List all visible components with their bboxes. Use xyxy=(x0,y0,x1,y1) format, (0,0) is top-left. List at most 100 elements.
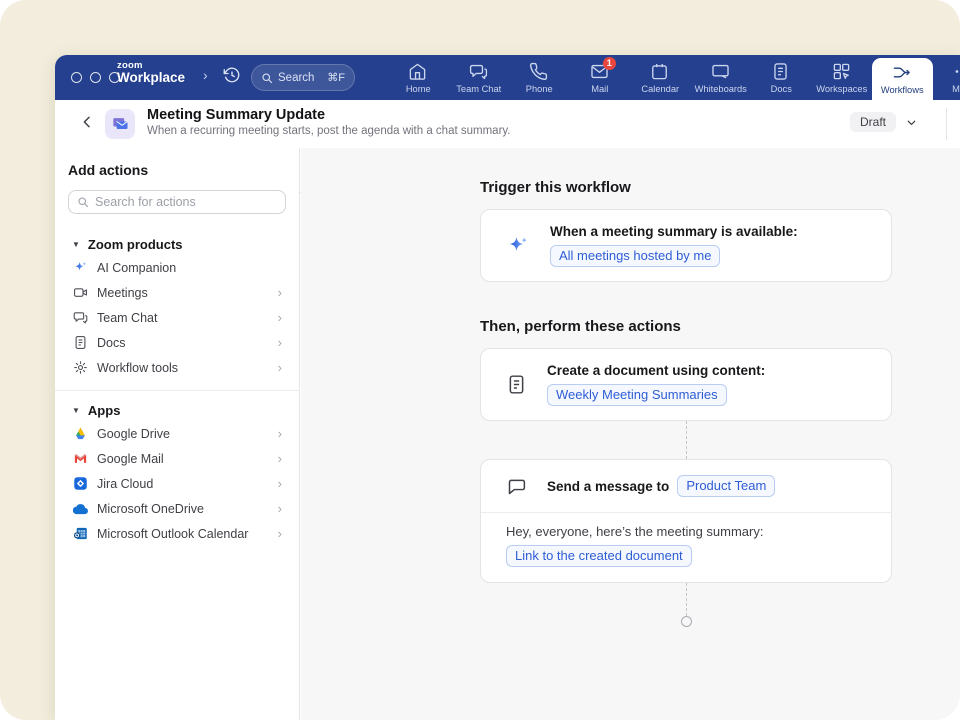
chevron-right-icon: › xyxy=(278,360,282,375)
sidebar-item-ai-companion[interactable]: AI Companion xyxy=(68,255,286,280)
workflow-canvas: Trigger this workflow When a meeting sum… xyxy=(301,148,960,720)
sidebar-item-google-drive[interactable]: Google Drive › xyxy=(68,421,286,446)
outlook-calendar-icon xyxy=(72,526,88,542)
send-message-card[interactable]: Send a message to Product Team Hey, ever… xyxy=(480,459,892,583)
workflow-header: Meeting Summary Update When a recurring … xyxy=(55,100,960,148)
docs-icon xyxy=(771,62,791,82)
nav-phone[interactable]: Phone xyxy=(509,55,570,100)
app-window: zoom Workplace › Search ⌘F Home Team Cha… xyxy=(55,55,960,720)
sidebar-item-team-chat[interactable]: Team Chat › xyxy=(68,305,286,330)
history-icon[interactable] xyxy=(223,66,241,84)
search-icon xyxy=(261,72,273,84)
message-body: Hey, everyone, here’s the meeting summar… xyxy=(481,512,891,582)
google-mail-icon xyxy=(72,451,88,467)
nav-more[interactable]: More xyxy=(933,55,960,100)
sidebar-item-meetings[interactable]: Meetings › xyxy=(68,280,286,305)
chevron-right-icon: › xyxy=(278,476,282,491)
actions-search-input[interactable] xyxy=(95,195,277,209)
chevron-right-icon: › xyxy=(278,451,282,466)
connector xyxy=(480,421,892,459)
workflow-thumbnail-icon xyxy=(105,109,135,139)
jira-cloud-icon xyxy=(72,476,88,492)
actions-heading: Then, perform these actions xyxy=(480,318,960,335)
window-minimize-button[interactable] xyxy=(90,72,101,83)
cream-frame: zoom Workplace › Search ⌘F Home Team Cha… xyxy=(0,0,960,720)
nav-whiteboards[interactable]: Whiteboards xyxy=(691,55,752,100)
sidebar-item-jira-cloud[interactable]: Jira Cloud › xyxy=(68,471,286,496)
chevron-down-icon[interactable] xyxy=(905,116,918,129)
sidebar-item-microsoft-onedrive[interactable]: Microsoft OneDrive › xyxy=(68,496,286,521)
message-text: Hey, everyone, here’s the meeting summar… xyxy=(506,524,867,539)
chevron-right-icon: › xyxy=(278,501,282,516)
actions-search[interactable] xyxy=(68,190,286,214)
sidebar-item-docs[interactable]: Docs › xyxy=(68,330,286,355)
nav-mail[interactable]: 1 Mail xyxy=(570,55,631,100)
mail-icon: 1 xyxy=(590,62,610,82)
document-icon xyxy=(506,374,527,395)
back-button[interactable] xyxy=(79,114,95,130)
phone-icon xyxy=(529,62,549,82)
dashed-connector-line xyxy=(686,583,687,616)
nav-team-chat[interactable]: Team Chat xyxy=(449,55,510,100)
send-message-recipient-chip[interactable]: Product Team xyxy=(677,475,775,497)
onedrive-icon xyxy=(72,501,88,517)
chevron-right-icon: › xyxy=(278,285,282,300)
nav-docs[interactable]: Docs xyxy=(751,55,812,100)
team-chat-icon xyxy=(469,62,489,82)
header-divider xyxy=(946,108,947,140)
sidebar-item-google-mail[interactable]: Google Mail › xyxy=(68,446,286,471)
nav-calendar[interactable]: Calendar xyxy=(630,55,691,100)
section-apps[interactable]: ▼ Apps xyxy=(68,400,286,421)
sidebar-item-workflow-tools[interactable]: Workflow tools › xyxy=(68,355,286,380)
calendar-icon xyxy=(650,62,670,82)
search-placeholder: Search xyxy=(278,72,314,84)
whiteboards-icon xyxy=(711,62,731,82)
nav-workspaces[interactable]: Workspaces xyxy=(812,55,873,100)
send-message-text: Send a message to xyxy=(547,479,669,494)
trigger-heading: Trigger this workflow xyxy=(480,179,960,196)
window-controls[interactable] xyxy=(71,72,120,83)
trigger-chip[interactable]: All meetings hosted by me xyxy=(550,245,720,267)
top-bar: zoom Workplace › Search ⌘F Home Team Cha… xyxy=(55,55,960,100)
end-connector xyxy=(480,583,892,627)
workflow-subtitle: When a recurring meeting starts, post th… xyxy=(147,125,511,137)
connector-end-dot xyxy=(681,616,692,627)
search-shortcut: ⌘F xyxy=(327,71,345,84)
sidebar-title: Add actions xyxy=(68,162,286,178)
mail-badge: 1 xyxy=(603,57,616,70)
nav-home[interactable]: Home xyxy=(388,55,449,100)
trigger-text: When a meeting summary is available: xyxy=(550,224,798,239)
chevron-right-icon: › xyxy=(278,310,282,325)
team-chat-icon xyxy=(72,310,88,326)
dashed-connector-line xyxy=(686,421,687,459)
ai-companion-icon xyxy=(506,234,530,258)
chevron-right-icon[interactable]: › xyxy=(203,67,208,83)
workflows-icon xyxy=(892,63,912,83)
status-badge[interactable]: Draft xyxy=(850,112,896,132)
nav-workflows[interactable]: Workflows xyxy=(872,58,933,100)
global-search[interactable]: Search ⌘F xyxy=(251,64,355,91)
create-document-chip[interactable]: Weekly Meeting Summaries xyxy=(547,384,727,406)
collapse-triangle-icon: ▼ xyxy=(72,240,80,249)
workflow-title: Meeting Summary Update xyxy=(147,107,325,123)
workspaces-icon xyxy=(832,62,852,82)
message-link-chip[interactable]: Link to the created document xyxy=(506,545,692,567)
more-icon xyxy=(953,62,960,82)
docs-icon xyxy=(72,335,88,351)
google-drive-icon xyxy=(72,426,88,442)
gear-icon xyxy=(72,360,88,376)
sidebar-item-microsoft-outlook-calendar[interactable]: Microsoft Outlook Calendar › xyxy=(68,521,286,546)
search-icon xyxy=(77,196,89,208)
chevron-right-icon: › xyxy=(278,335,282,350)
message-bubble-icon xyxy=(506,476,527,497)
logo-workplace-text: Workplace xyxy=(117,71,185,85)
ai-companion-icon xyxy=(72,260,88,276)
home-icon xyxy=(408,62,428,82)
chevron-right-icon: › xyxy=(278,526,282,541)
trigger-card[interactable]: When a meeting summary is available: All… xyxy=(480,209,892,282)
create-document-text: Create a document using content: xyxy=(547,363,765,378)
actions-sidebar: Add actions ▼ Zoom products AI Companion… xyxy=(55,148,300,720)
window-close-button[interactable] xyxy=(71,72,82,83)
create-document-card[interactable]: Create a document using content: Weekly … xyxy=(480,348,892,421)
section-zoom-products[interactable]: ▼ Zoom products xyxy=(68,234,286,255)
